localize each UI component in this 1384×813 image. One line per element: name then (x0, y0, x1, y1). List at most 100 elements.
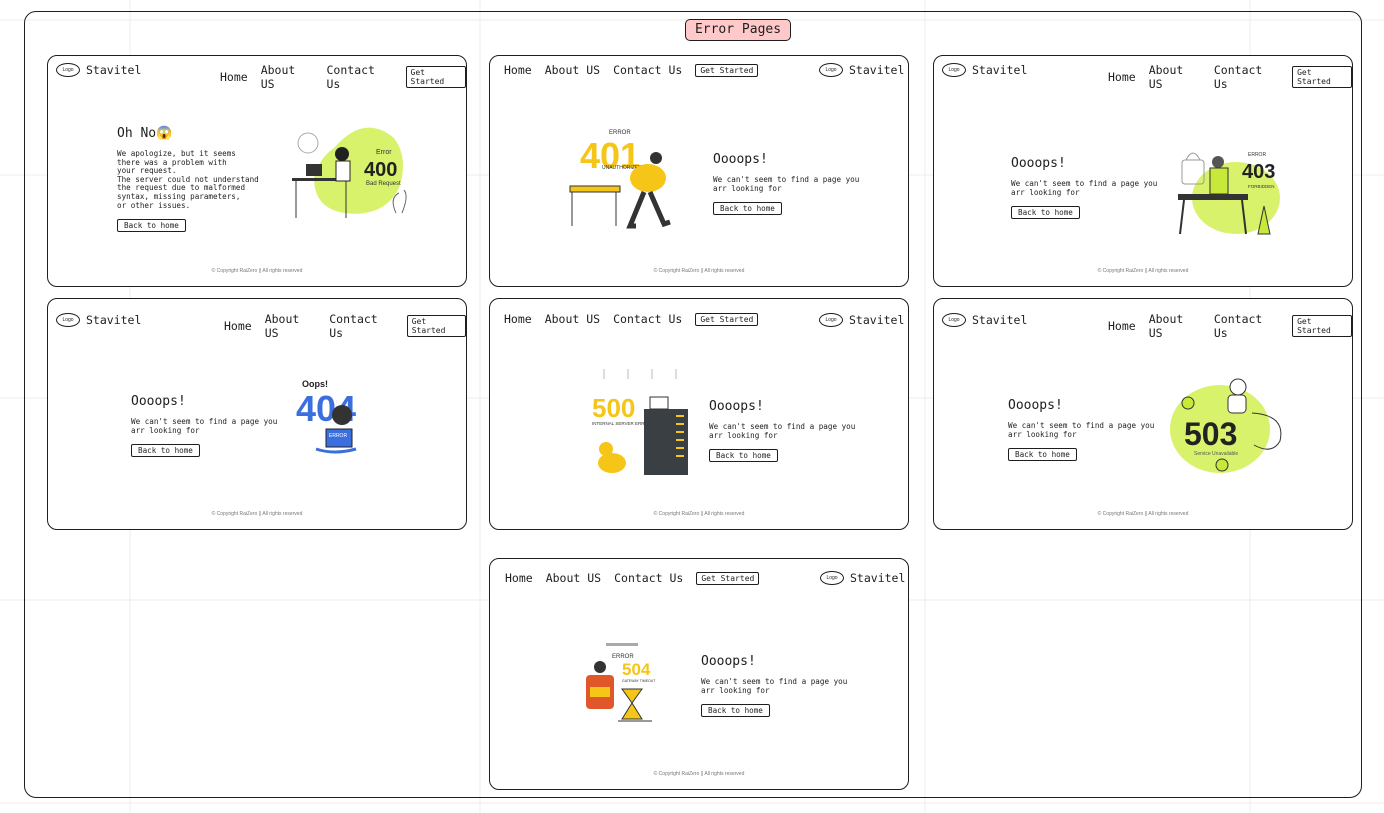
logo: Logo (56, 63, 80, 77)
nav-contact[interactable]: Contact Us (1214, 312, 1279, 340)
nav-home[interactable]: Home (1108, 319, 1136, 333)
page-heading: Oooops! (131, 394, 186, 409)
brand[interactable]: Logo Stavitel (942, 63, 1027, 77)
art-code: 403 (1242, 161, 1275, 183)
brand[interactable]: Logo Stavitel (819, 313, 904, 327)
page-heading: Oh No😱 (117, 126, 173, 141)
logo: Logo (942, 63, 966, 77)
get-started-button[interactable]: Get Started (1292, 66, 1352, 88)
nav-contact[interactable]: Contact Us (329, 312, 393, 340)
art-code: 400 (364, 159, 397, 181)
brand[interactable]: Logo Stavitel (56, 313, 141, 327)
get-started-button[interactable]: Get Started (1292, 315, 1352, 337)
art-sub-label: GATEWAY TIMEOUT (622, 679, 656, 683)
footer: © Copyright RaiZero || All rights reserv… (653, 268, 745, 274)
brand[interactable]: Logo Stavitel (56, 63, 141, 77)
page-heading: Oooops! (701, 654, 756, 669)
nav-contact[interactable]: Contact Us (327, 63, 393, 91)
illustration-504: ERROR 504 GATEWAY TIMEOUT (586, 643, 656, 722)
back-to-home-button[interactable]: Back to home (709, 449, 778, 463)
nav-about[interactable]: About US (265, 312, 317, 340)
art-sub-label: ERROR (329, 433, 347, 439)
page-message: We can't seem to find a page you arr loo… (1011, 179, 1158, 197)
logo: Logo (942, 313, 966, 327)
brand[interactable]: Logo Stavitel (942, 313, 1027, 327)
nav-home[interactable]: Home (220, 70, 248, 84)
art-sub-label: Service Unavailable (1194, 451, 1238, 457)
page-message: We can't seem to find a page you arr loo… (713, 175, 860, 193)
footer: © Copyright RaiZero || All rights reserv… (653, 511, 745, 517)
brand-name: Stavitel (849, 313, 905, 327)
get-started-button[interactable]: Get Started (695, 63, 759, 77)
nav-contact[interactable]: Contact Us (613, 312, 682, 326)
footer: © Copyright RaiZero || All rights reserv… (211, 268, 303, 274)
illustration-404: Oops! 404 ERROR (296, 379, 357, 454)
brand[interactable]: Logo Stavitel (819, 63, 904, 77)
nav-home[interactable]: Home (505, 571, 533, 585)
footer: © Copyright RaiZero || All rights reserv… (1097, 268, 1189, 274)
nav-contact[interactable]: Contact Us (614, 571, 683, 585)
error-page-404: Logo Stavitel Home About US Contact Us G… (47, 298, 467, 530)
back-to-home-button[interactable]: Back to home (131, 444, 200, 458)
get-started-button[interactable]: Get Started (695, 312, 759, 326)
art-sub-label: FORBIDDEN (1248, 184, 1275, 189)
get-started-button[interactable]: Get Started (406, 315, 466, 337)
brand[interactable]: Logo Stavitel (820, 571, 905, 585)
error-page-401: Home About US Contact Us Get Started Log… (489, 55, 909, 287)
nav-about[interactable]: About US (261, 63, 314, 91)
error-page-403: Logo Stavitel Home About US Contact Us G… (933, 55, 1353, 287)
illustration-403: ERROR 403 FORBIDDEN (1178, 152, 1280, 235)
nav-home[interactable]: Home (224, 319, 252, 333)
brand-name: Stavitel (86, 313, 142, 327)
brand-name: Stavitel (972, 63, 1028, 77)
back-to-home-button[interactable]: Back to home (1011, 206, 1080, 220)
art-top-label: Error (376, 149, 392, 156)
brand-name: Stavitel (86, 63, 142, 77)
back-to-home-button[interactable]: Back to home (1008, 448, 1077, 462)
art-top-label: ERROR (1248, 152, 1266, 158)
page-heading: Oooops! (1011, 156, 1066, 171)
back-to-home-button[interactable]: Back to home (701, 704, 770, 718)
page-message: We can't seem to find a page you arr loo… (131, 417, 278, 435)
nav-home[interactable]: Home (504, 63, 532, 77)
page-message: We apologize, but it seems there was a p… (117, 149, 259, 210)
logo: Logo (820, 571, 844, 585)
error-page-503: Logo Stavitel Home About US Contact Us G… (933, 298, 1353, 530)
page-heading: Oooops! (709, 399, 764, 414)
footer: © Copyright RaiZero || All rights reserv… (211, 511, 303, 517)
art-sub-label: Bad Request (366, 181, 401, 187)
page-heading: Oooops! (1008, 398, 1063, 413)
illustration-400: Error 400 Bad Request (292, 127, 407, 218)
page-message: We can't seem to find a page you arr loo… (701, 677, 848, 695)
footer: © Copyright RaiZero || All rights reserv… (1097, 511, 1189, 517)
nav-home[interactable]: Home (1108, 70, 1136, 84)
art-code: 500 (592, 393, 635, 423)
get-started-button[interactable]: Get Started (696, 571, 760, 585)
section-title: Error Pages (685, 19, 791, 41)
page-message: We can't seem to find a page you arr loo… (1008, 421, 1155, 439)
nav-contact[interactable]: Contact Us (1214, 63, 1279, 91)
nav-about[interactable]: About US (545, 63, 600, 77)
art-code: 503 (1184, 416, 1237, 452)
art-code: 504 (622, 660, 651, 679)
illustration-500: 500 INTERNAL SERVER ERROR (592, 369, 688, 475)
illustration-401: ERROR 401 UNAUTHORIZED (569, 130, 671, 229)
nav-about[interactable]: About US (1149, 312, 1201, 340)
logo: Logo (56, 313, 80, 327)
logo: Logo (819, 63, 843, 77)
illustration-503: 503 Service Unavailable (1170, 378, 1282, 473)
nav-home[interactable]: Home (504, 312, 532, 326)
back-to-home-button[interactable]: Back to home (713, 202, 782, 216)
nav-about[interactable]: About US (546, 571, 601, 585)
page-heading: Oooops! (713, 152, 768, 167)
error-page-504: Home About US Contact Us Get Started Log… (489, 558, 909, 790)
nav-contact[interactable]: Contact Us (613, 63, 682, 77)
nav-about[interactable]: About US (1149, 63, 1201, 91)
error-page-500: Home About US Contact Us Get Started Log… (489, 298, 909, 530)
brand-name: Stavitel (850, 571, 906, 585)
back-to-home-button[interactable]: Back to home (117, 219, 186, 233)
error-page-400: Logo Stavitel Home About US Contact Us G… (47, 55, 467, 287)
page-message: We can't seem to find a page you arr loo… (709, 422, 856, 440)
nav-about[interactable]: About US (545, 312, 600, 326)
get-started-button[interactable]: Get Started (405, 66, 466, 88)
